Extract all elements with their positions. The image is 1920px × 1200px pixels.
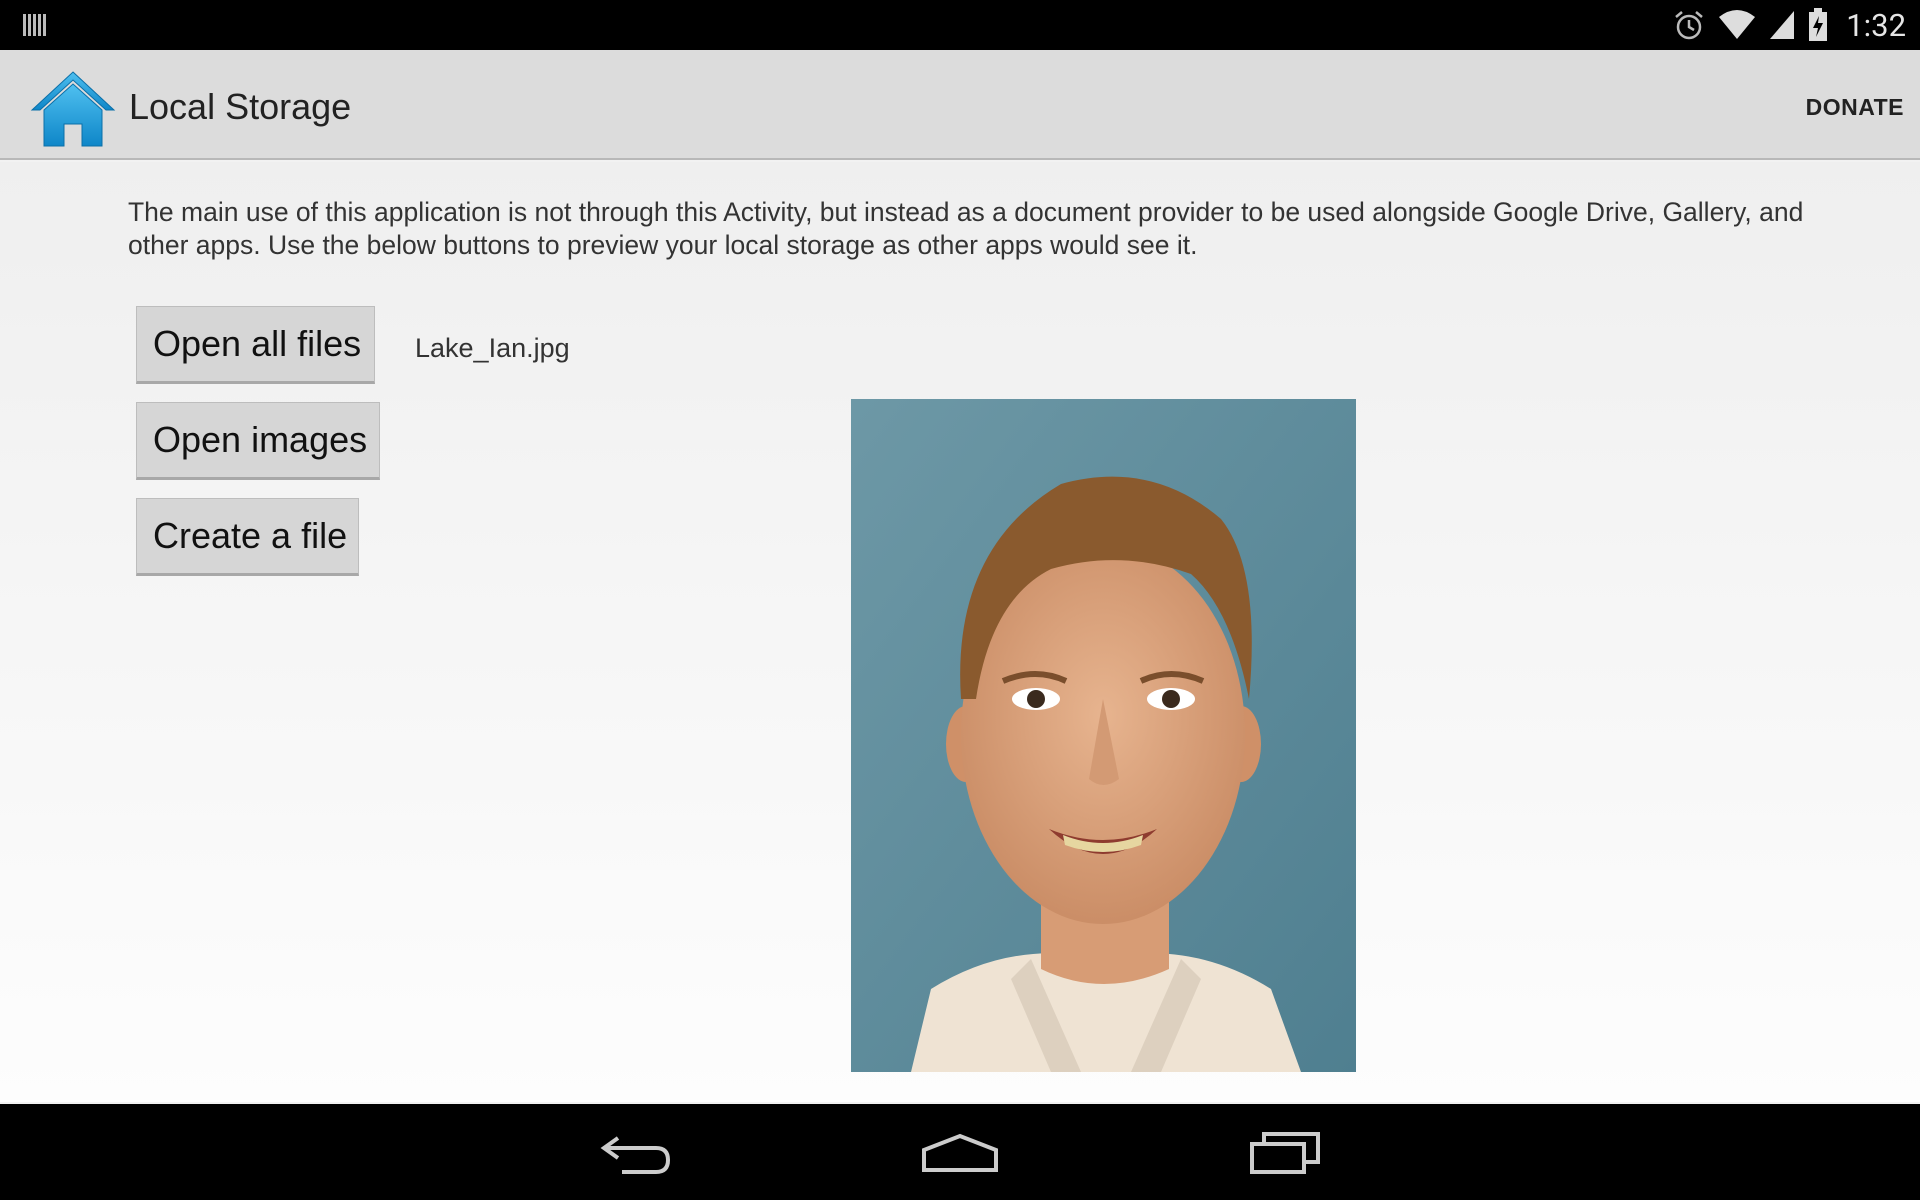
selected-filename: Lake_Ian.jpg bbox=[415, 333, 570, 363]
home-outline-icon[interactable] bbox=[918, 1124, 1002, 1180]
page-title: Local Storage bbox=[129, 86, 352, 127]
signal-icon bbox=[1770, 11, 1795, 39]
preview-image bbox=[851, 399, 1356, 1072]
status-bar: 1:32 bbox=[0, 0, 1920, 50]
recent-apps-icon[interactable] bbox=[1248, 1124, 1324, 1180]
barcode-icon bbox=[23, 14, 46, 36]
intro-text: The main use of this application is not … bbox=[128, 197, 1804, 260]
action-bar: Local Storage DONATE bbox=[0, 50, 1920, 160]
back-icon[interactable] bbox=[598, 1124, 674, 1180]
status-icons: 1:32 bbox=[1672, 0, 1906, 50]
wifi-icon bbox=[1719, 10, 1756, 39]
open-all-files-button[interactable]: Open all files bbox=[136, 306, 375, 384]
battery-charging-icon bbox=[1809, 8, 1828, 41]
donate-button[interactable]: DONATE bbox=[1806, 94, 1904, 121]
create-file-button[interactable]: Create a file bbox=[136, 498, 359, 576]
navigation-bar bbox=[0, 1104, 1920, 1200]
home-icon[interactable] bbox=[30, 68, 116, 148]
open-images-button[interactable]: Open images bbox=[136, 402, 380, 480]
alarm-icon bbox=[1675, 11, 1704, 40]
main-content: The main use of this application is not … bbox=[0, 162, 1920, 1102]
clock: 1:32 bbox=[1846, 6, 1906, 44]
